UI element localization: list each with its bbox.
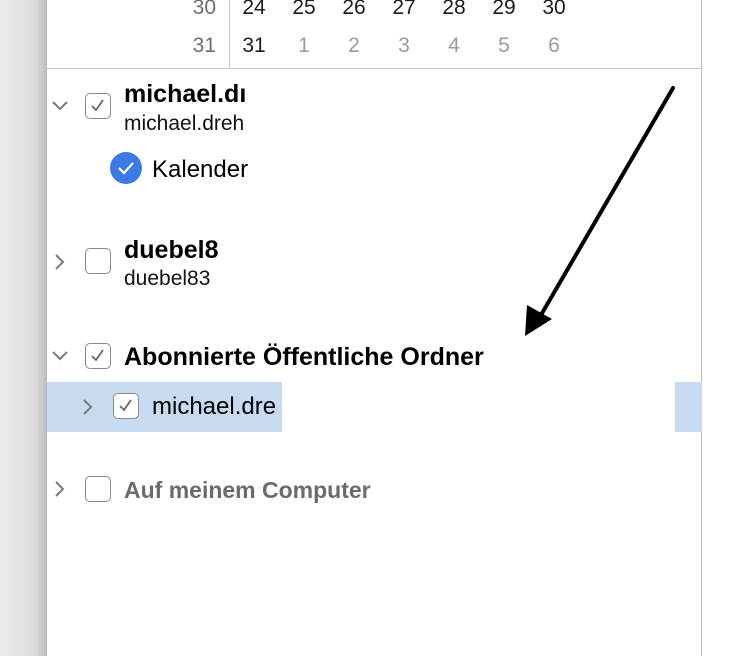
chevron-right-icon[interactable] xyxy=(50,479,70,499)
background-area xyxy=(702,0,740,656)
mini-calendar-day[interactable]: 29 xyxy=(484,0,524,23)
account-checkbox-duebel[interactable] xyxy=(85,248,111,274)
mini-calendar-day[interactable]: 1 xyxy=(284,31,324,61)
mini-calendar-day[interactable]: 24 xyxy=(234,0,274,23)
mini-calendar-day[interactable]: 25 xyxy=(284,0,324,23)
mini-calendar-day[interactable]: 6 xyxy=(534,31,574,61)
calendar-name-kalender[interactable]: Kalender xyxy=(152,155,259,185)
group-title-public-folders: Abonnierte Öffentliche Ordner xyxy=(124,343,484,371)
group-title-on-my-computer: Auf meinem Computer xyxy=(124,477,371,503)
account-title-duebel: duebel8 xyxy=(124,236,219,264)
mini-calendar-day[interactable]: 28 xyxy=(434,0,474,23)
group-checkbox-public-folders[interactable] xyxy=(85,343,111,369)
mini-calendar-day[interactable]: 27 xyxy=(384,0,424,23)
account-checkbox-michael[interactable] xyxy=(85,93,111,119)
selected-row-highlight-end xyxy=(675,382,702,432)
account-subtitle-michael: michael.dreh xyxy=(124,112,245,135)
week-number: 31 xyxy=(192,34,216,57)
chevron-right-icon[interactable] xyxy=(78,397,98,417)
mini-calendar-day[interactable]: 4 xyxy=(434,31,474,61)
account-title-michael: michael.dı xyxy=(124,80,247,108)
mini-calendar-day[interactable]: 3 xyxy=(384,31,424,61)
mini-calendar-day[interactable]: 30 xyxy=(534,0,574,23)
folder-checkbox-michael[interactable] xyxy=(113,393,139,419)
week-number: 30 xyxy=(192,0,216,19)
chevron-down-icon[interactable] xyxy=(50,96,70,116)
mini-calendar-day[interactable]: 31 xyxy=(234,31,274,61)
chevron-down-icon[interactable] xyxy=(50,346,70,366)
account-subtitle-duebel: duebel83 xyxy=(124,267,211,290)
public-folder-item[interactable]: michael.dre xyxy=(152,392,282,422)
mini-calendar-bottom-border xyxy=(47,68,702,69)
group-checkbox-on-my-computer[interactable] xyxy=(85,476,111,502)
mini-calendar-day[interactable]: 2 xyxy=(334,31,374,61)
chevron-right-icon[interactable] xyxy=(50,252,70,272)
mini-calendar-day[interactable]: 26 xyxy=(334,0,374,23)
calendar-checked-icon[interactable] xyxy=(110,152,142,184)
week-number-divider xyxy=(229,0,230,68)
background-window-edge xyxy=(0,0,46,656)
mini-calendar-day[interactable]: 5 xyxy=(484,31,524,61)
